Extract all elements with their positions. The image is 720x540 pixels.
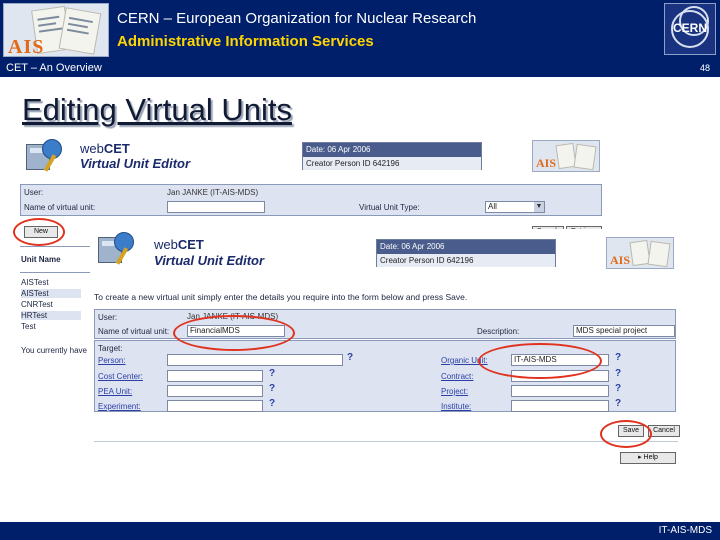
unit-name-input[interactable]	[167, 201, 265, 213]
help-icon[interactable]: ?	[615, 368, 621, 379]
section-name: CET – An Overview	[6, 62, 102, 74]
ais-logo: AIS	[3, 3, 109, 57]
ais-small-logo: AIS	[532, 140, 600, 172]
session-info-box: Date: 06 Apr 2006 Creator Person ID 6421…	[302, 142, 482, 170]
organic-unit-highlight	[478, 343, 602, 379]
cern-logo-text: CERN	[672, 21, 707, 35]
session-date: Date: 06 Apr 2006	[306, 145, 371, 154]
unit-row[interactable]: AISTest	[21, 278, 49, 287]
unit-count-status: You currently have	[21, 346, 87, 355]
help-icon[interactable]: ?	[615, 398, 621, 409]
person-link[interactable]: Person:	[98, 356, 126, 365]
unit-row[interactable]: CNRTest	[21, 300, 53, 309]
experiment-input[interactable]	[167, 400, 263, 412]
help-icon[interactable]: ?	[269, 368, 275, 379]
unit-type-label: Virtual Unit Type:	[359, 203, 420, 212]
experiment-link[interactable]: Experiment:	[98, 402, 141, 411]
editor-subtitle: Virtual Unit Editor	[80, 156, 191, 171]
project-input[interactable]	[511, 385, 609, 397]
chevron-down-icon: ▼	[534, 202, 544, 212]
organization-title: CERN – European Organization for Nuclear…	[117, 10, 477, 27]
section-bar: CET – An Overview 48	[0, 60, 720, 77]
user-label: User:	[98, 313, 118, 322]
instructions-text: To create a new virtual unit simply ente…	[94, 292, 468, 302]
slide-header: AIS CERN – European Organization for Nuc…	[0, 0, 720, 60]
unit-name-highlight	[173, 315, 295, 351]
target-label: Target:	[98, 344, 123, 353]
front-screenshot: webCET Virtual Unit Editor Date: 06 Apr …	[92, 229, 682, 469]
pea-unit-link[interactable]: PEA Unit:	[98, 387, 132, 396]
cancel-button[interactable]: Cancel	[648, 425, 680, 437]
save-button-highlight	[600, 420, 652, 448]
webcet-app-icon	[22, 138, 66, 174]
search-form: User: Jan JANKE (IT-AIS-MDS) Name of vir…	[20, 184, 602, 216]
cern-logo: CERN	[664, 3, 716, 55]
creator-id: Creator Person ID 642196	[303, 157, 481, 170]
description-input[interactable]: MDS special project	[573, 325, 675, 337]
unit-name-label: Name of virtual unit:	[98, 327, 170, 336]
unit-name-label: Name of virtual unit:	[24, 203, 96, 212]
person-input[interactable]	[167, 354, 343, 366]
institute-link[interactable]: Institute:	[441, 402, 471, 411]
description-label: Description:	[477, 327, 520, 336]
help-icon[interactable]: ?	[347, 352, 353, 363]
pea-unit-input[interactable]	[167, 385, 263, 397]
help-icon[interactable]: ?	[269, 383, 275, 394]
page-number: 48	[699, 63, 710, 73]
unit-row[interactable]: AISTest	[21, 289, 81, 298]
session-date: Date: 06 Apr 2006	[380, 242, 445, 251]
editor-subtitle: Virtual Unit Editor	[154, 253, 265, 268]
ais-logo-text: AIS	[8, 36, 45, 57]
help-icon[interactable]: ?	[615, 383, 621, 394]
unit-type-select[interactable]: All ▼	[485, 201, 545, 213]
creator-id: Creator Person ID 642196	[377, 254, 555, 267]
user-label: User:	[24, 188, 44, 197]
footer-text: IT-AIS-MDS	[658, 525, 712, 536]
cost-center-input[interactable]	[167, 370, 263, 382]
cost-center-link[interactable]: Cost Center:	[98, 372, 143, 381]
unit-row[interactable]: HRTest	[21, 311, 81, 320]
ais-small-logo: AIS	[606, 237, 674, 269]
slide-footer: IT-AIS-MDS	[0, 522, 720, 540]
project-link[interactable]: Project:	[441, 387, 468, 396]
unit-name-header: Unit Name	[21, 255, 61, 264]
webcet-brand: webCET	[80, 141, 130, 156]
help-button[interactable]: ▸ Help	[620, 452, 676, 464]
department-title: Administrative Information Services	[117, 33, 374, 50]
institute-input[interactable]	[511, 400, 609, 412]
new-button-highlight	[13, 218, 65, 246]
webcet-app-icon	[94, 231, 138, 267]
unit-row[interactable]: Test	[21, 322, 36, 331]
help-icon[interactable]: ?	[269, 398, 275, 409]
slide-title: Editing Virtual Units	[22, 92, 292, 127]
help-icon[interactable]: ?	[615, 352, 621, 363]
contract-link[interactable]: Contract:	[441, 372, 473, 381]
webcet-brand: webCET	[154, 237, 204, 252]
session-info-box: Date: 06 Apr 2006 Creator Person ID 6421…	[376, 239, 556, 267]
user-value: Jan JANKE (IT-AIS-MDS)	[167, 188, 259, 197]
